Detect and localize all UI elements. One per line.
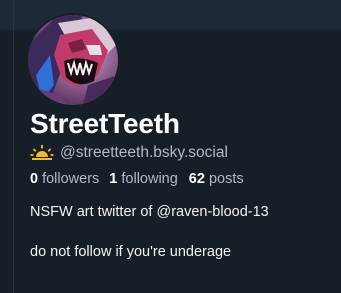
column-divider [13, 0, 14, 293]
following-label: following [121, 171, 178, 187]
handle-row: @streetteeth.bsky.social [30, 143, 228, 163]
profile-bio: NSFW art twitter of @raven-blood-13 do n… [30, 203, 269, 261]
display-name: StreetTeeth [30, 108, 180, 139]
avatar-image [28, 15, 118, 105]
posts-stat: 62 posts [189, 171, 244, 187]
posts-count: 62 [188, 171, 205, 187]
sunrise-emoji-icon [30, 145, 54, 160]
following-count: 1 [109, 171, 118, 187]
followers-count: 0 [30, 171, 39, 187]
followers-stat[interactable]: 0 followers [30, 171, 99, 187]
posts-label: posts [208, 171, 244, 187]
following-stat[interactable]: 1 following [109, 171, 178, 187]
bio-line-2: do not follow if you're underage [30, 244, 232, 260]
avatar[interactable] [26, 13, 120, 107]
profile-handle: @streetteeth.bsky.social [60, 144, 228, 161]
bio-line-1: NSFW art twitter of @raven-blood-13 [30, 204, 269, 220]
followers-label: followers [42, 171, 100, 187]
profile-stats: 0 followers 1 following 62 posts [30, 171, 244, 187]
